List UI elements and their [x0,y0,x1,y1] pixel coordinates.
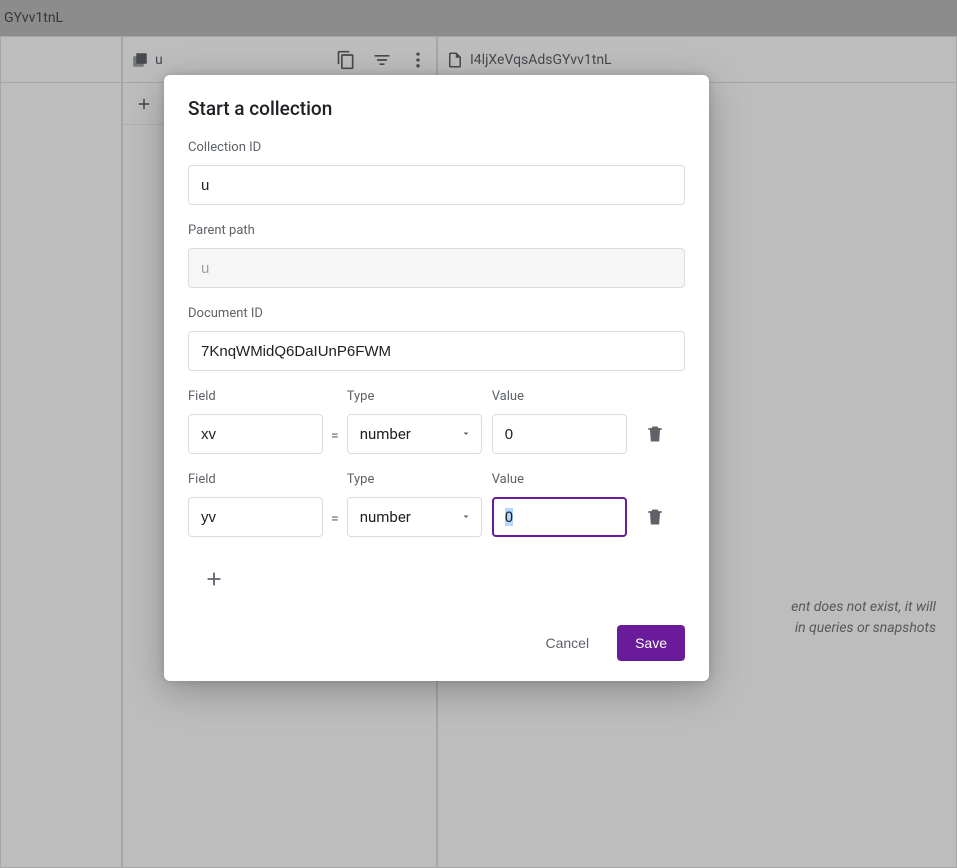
field-type-select[interactable]: number [347,497,482,537]
collection-id-label: Collection ID [188,140,685,155]
start-collection-dialog: Start a collection Collection ID Parent … [164,75,709,681]
field-row: Field = Type number Value 0 [188,472,685,537]
field-name-input[interactable] [188,497,323,537]
parent-path-input [188,248,685,288]
document-id-input[interactable] [188,331,685,371]
field-row: Field = Type number Value [188,389,685,454]
dialog-title: Start a collection [188,97,685,120]
delete-field-button[interactable] [645,424,665,448]
field-type-label: Type [347,389,482,404]
equals-sign: = [323,511,347,537]
parent-path-label: Parent path [188,223,685,238]
field-value-label: Value [492,389,627,404]
field-type-select[interactable]: number [347,414,482,454]
add-field-button[interactable] [198,563,230,595]
field-value-label: Value [492,472,627,487]
delete-field-button[interactable] [645,507,665,531]
save-button[interactable]: Save [617,625,685,661]
field-value-input[interactable] [492,414,627,454]
document-id-label: Document ID [188,306,685,321]
document-id-group: Document ID [188,306,685,371]
parent-path-group: Parent path [188,223,685,288]
add-field-row [188,555,685,595]
field-name-input[interactable] [188,414,323,454]
field-value-input[interactable]: 0 [492,497,627,537]
equals-sign: = [323,428,347,454]
collection-id-group: Collection ID [188,140,685,205]
cancel-button[interactable]: Cancel [527,625,607,661]
field-type-label: Type [347,472,482,487]
field-name-label: Field [188,472,323,487]
field-name-label: Field [188,389,323,404]
collection-id-input[interactable] [188,165,685,205]
dialog-actions: Cancel Save [188,625,685,661]
